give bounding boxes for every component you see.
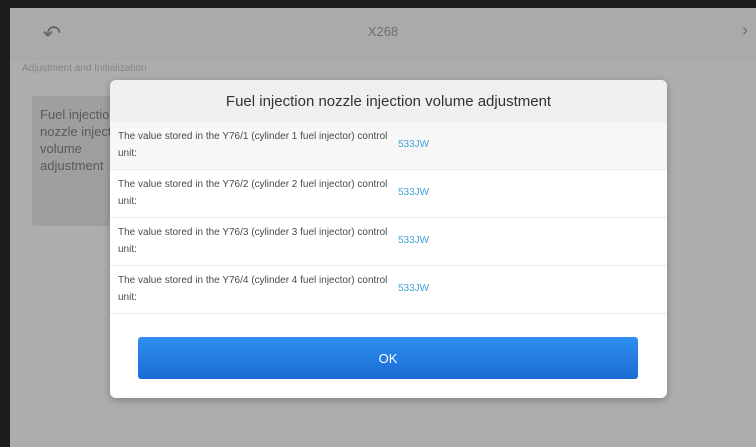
row-value: 533JW (398, 187, 430, 198)
row-value: 533JW (398, 139, 430, 150)
app-screen: ↶ X268 › Adjustment and Initialization F… (10, 8, 756, 447)
list-item: The value stored in the Y76/3 (cylinder … (110, 218, 667, 266)
row-value: 533JW (398, 283, 430, 294)
row-label: The value stored in the Y76/2 (cylinder … (118, 179, 388, 207)
ok-button[interactable]: OK (138, 337, 638, 379)
list-item: The value stored in the Y76/4 (cylinder … (110, 266, 667, 314)
list-item: The value stored in the Y76/1 (cylinder … (110, 122, 667, 170)
adjustment-dialog: Fuel injection nozzle injection volume a… (110, 80, 667, 398)
row-label: The value stored in the Y76/1 (cylinder … (118, 131, 388, 159)
row-label: The value stored in the Y76/3 (cylinder … (118, 227, 388, 255)
row-label: The value stored in the Y76/4 (cylinder … (118, 275, 388, 303)
value-list: The value stored in the Y76/1 (cylinder … (110, 122, 667, 314)
dialog-title: Fuel injection nozzle injection volume a… (225, 92, 552, 110)
list-item: The value stored in the Y76/2 (cylinder … (110, 170, 667, 218)
row-value: 533JW (398, 235, 430, 246)
dialog-header: Fuel injection nozzle injection volume a… (110, 80, 667, 122)
